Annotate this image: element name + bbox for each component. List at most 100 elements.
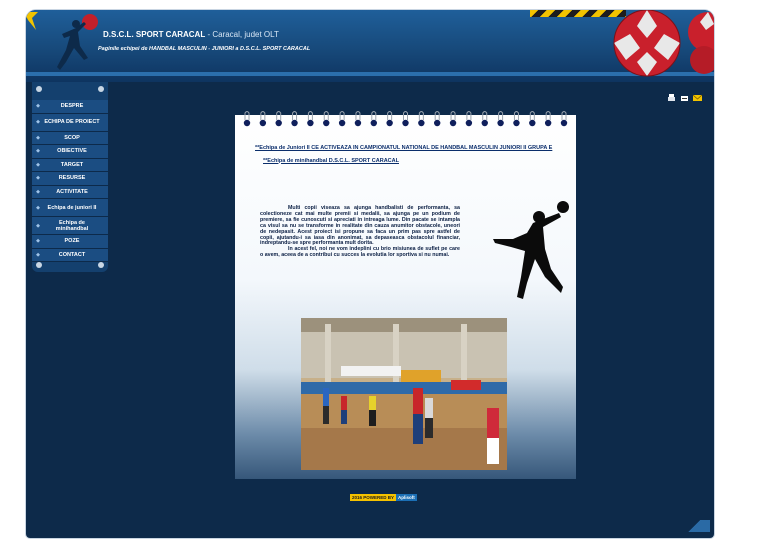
site-header: D.S.C.L. SPORT CARACAL - Caracal, judet …	[26, 10, 714, 82]
spiral-ring	[561, 111, 567, 120]
menu-item-label: Echipa de juniori II	[47, 204, 97, 211]
spiral-hole	[307, 119, 314, 127]
spiral-ring	[371, 111, 377, 120]
bullet-icon: ◆	[36, 119, 40, 125]
powered-by-label: 2016 POWERED BY	[350, 494, 397, 501]
link-echipa-juniori[interactable]: **Echipa de Juniori II CE ACTIVEAZA IN C…	[255, 145, 565, 152]
spiral-ring	[260, 111, 266, 120]
menu-item-target[interactable]: ◆ TARGET	[32, 158, 108, 172]
printer-icon[interactable]	[680, 94, 689, 102]
spiral-hole	[434, 119, 441, 127]
spiral-hole	[465, 119, 473, 127]
spiral-ring	[482, 111, 488, 120]
spiral-hole	[338, 119, 346, 127]
bullet-icon: ◆	[36, 238, 40, 245]
spiral-hole	[354, 119, 362, 127]
sidebar-corner-icon	[98, 86, 104, 92]
menu-item-resurse[interactable]: ◆ RESURSE	[32, 172, 108, 186]
menu-item-scop[interactable]: ◆ SCOP	[32, 131, 108, 145]
spiral-hole	[497, 119, 504, 127]
page-frame: D.S.C.L. SPORT CARACAL - Caracal, judet …	[26, 10, 714, 538]
sidebar-corner-icon	[36, 262, 42, 268]
spiral-ring	[418, 111, 424, 120]
spiral-hole	[529, 119, 536, 127]
powered-by-badge[interactable]: 2016 POWERED BY Aplisoft	[350, 494, 417, 501]
sidebar-corner-icon	[98, 262, 104, 268]
bullet-icon: ◆	[36, 204, 40, 211]
spiral-ring	[498, 111, 504, 120]
spiral-hole	[386, 119, 393, 127]
menu-item-echipa-de-proiect[interactable]: ◆ ECHIPA DE PROIECT	[32, 113, 108, 132]
email-icon[interactable]	[693, 94, 702, 102]
spiral-hole	[370, 119, 377, 127]
spiral-ring	[466, 111, 472, 120]
spiral-ring	[276, 111, 282, 120]
handball-player-logo	[57, 14, 98, 70]
menu-item-contact[interactable]: ◆ CONTACT	[32, 248, 108, 262]
link-echipa-minihandbal[interactable]: **Echipa de minihandbal D.S.C.L. SPORT C…	[263, 158, 565, 165]
spiral-hole	[449, 119, 457, 127]
bullet-icon: ◆	[36, 251, 40, 258]
intro-text: Multi copii viseaza sa ajunga handbalist…	[260, 205, 460, 259]
spiral-ring	[307, 111, 313, 120]
notebook-spiral-icon	[243, 111, 568, 127]
menu-item-label: CONTACT	[58, 251, 86, 258]
menu-item-label: TARGET	[60, 161, 84, 168]
spiral-hole	[291, 119, 298, 127]
intro-paragraph-2: In acest fel, noi ne vom indeplini cu br…	[260, 246, 460, 259]
team-photo	[301, 318, 507, 470]
bullet-icon: ◆	[36, 175, 40, 182]
spiral-hole	[544, 119, 552, 127]
spiral-hole	[402, 119, 409, 127]
sidebar: ◆ DESPRE ◆ ECHIPA DE PROIECT ◆ SCOP ◆ OBIECT…	[32, 82, 108, 272]
sidebar-corner-icon	[36, 86, 42, 92]
site-title: D.S.C.L. SPORT CARACAL - Caracal, judet …	[103, 30, 279, 39]
spiral-ring	[545, 111, 551, 120]
content-panel: **Echipa de Juniori II CE ACTIVEAZA IN C…	[235, 111, 576, 479]
menu-item-label: POZE	[64, 238, 80, 245]
bullet-icon: ◆	[36, 134, 40, 141]
menu-item-label: SCOP	[64, 134, 80, 141]
spiral-hole	[560, 119, 568, 127]
header-stripe	[26, 72, 714, 76]
menu-item-label: ACTIVITATE	[56, 188, 88, 195]
site-title-main: D.S.C.L. SPORT CARACAL	[103, 30, 206, 39]
spiral-ring	[403, 111, 408, 120]
spiral-ring	[434, 111, 440, 120]
menu-item-activitate[interactable]: ◆ ACTIVITATE	[32, 185, 108, 199]
spiral-hole	[323, 119, 330, 127]
menu-item-obiective[interactable]: ◆ OBIECTIVE	[32, 145, 108, 159]
handball-player-silhouette	[493, 201, 569, 299]
spiral-hole	[259, 119, 267, 127]
menu-item-echipa-juniori[interactable]: ◆ Echipa de juniori II	[32, 199, 108, 217]
menu-item-label: RESURSE	[58, 175, 86, 182]
bullet-icon: ◆	[36, 222, 40, 229]
yellow-arrow-icon	[26, 12, 38, 30]
spiral-ring	[292, 111, 298, 120]
site-title-location: - Caracal, judet OLT	[205, 30, 279, 39]
spiral-hole	[481, 119, 488, 127]
spiral-ring	[513, 111, 519, 120]
gym-photo-image	[301, 318, 507, 470]
spiral-ring	[450, 111, 456, 120]
print-icon[interactable]	[667, 94, 676, 102]
menu-item-label: ECHIPA DE PROIECT	[44, 119, 100, 125]
menu-item-echipa-minihandbal[interactable]: ◆ Echipa de minihandbal	[32, 217, 108, 235]
powered-by-brand: Aplisoft	[396, 494, 417, 501]
menu-item-poze[interactable]: ◆ POZE	[32, 235, 108, 249]
main-menu: ◆ DESPRE ◆ ECHIPA DE PROIECT ◆ SCOP ◆ OBIECT…	[32, 100, 108, 262]
spiral-ring	[529, 111, 535, 120]
intro-paragraph-1: Multi copii viseaza sa ajunga handbalist…	[260, 205, 460, 247]
bullet-icon: ◆	[36, 188, 40, 195]
menu-item-label: DESPRE	[60, 103, 84, 110]
site-tagline: Paginile echipei de HANDBAL MASCULIN - J…	[98, 46, 311, 52]
spiral-hole	[275, 119, 282, 127]
spiral-ring	[339, 111, 345, 120]
menu-item-label: OBIECTIVE	[57, 148, 87, 155]
page-tools	[667, 94, 702, 102]
menu-item-label: Echipa de minihandbal	[55, 219, 89, 232]
spiral-ring	[355, 111, 361, 120]
menu-item-despre[interactable]: ◆ DESPRE	[32, 100, 108, 114]
team-links: **Echipa de Juniori II CE ACTIVEAZA IN C…	[255, 145, 565, 164]
spiral-ring	[323, 111, 329, 120]
